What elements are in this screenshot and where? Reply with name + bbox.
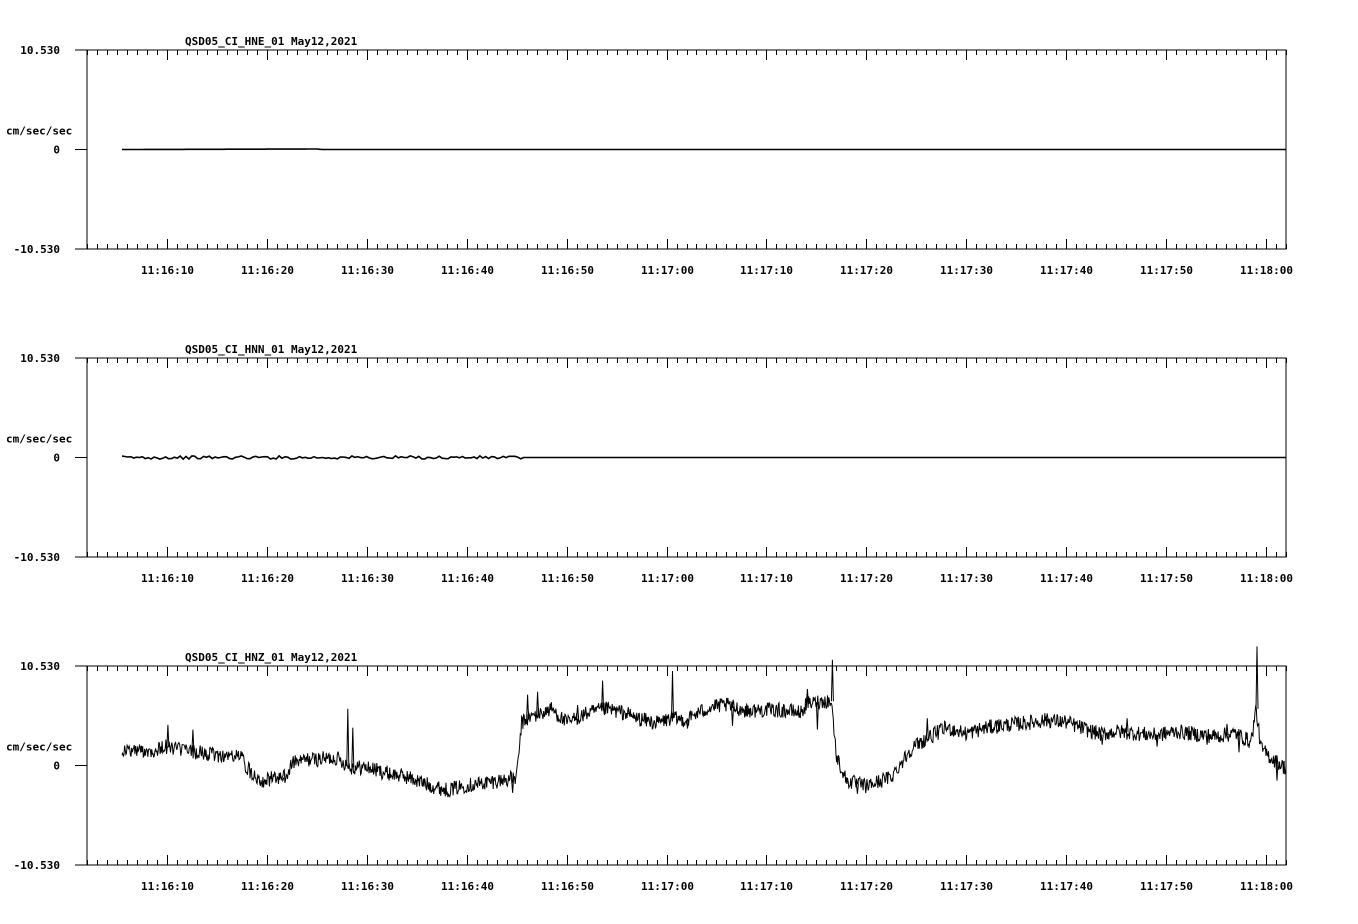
x-tick-label: 11:17:30 bbox=[940, 880, 993, 893]
seismogram-page: QSD05_CI_HNE_01 May12,2021 10.530 0 -10.530… bbox=[0, 0, 1358, 924]
seismogram-plots: QSD05_CI_HNE_01 May12,2021 10.530 0 -10.530… bbox=[6, 35, 1293, 893]
trace-spike bbox=[1237, 734, 1241, 753]
x-tick-label: 11:17:10 bbox=[740, 572, 793, 585]
minor-tick-marks bbox=[87, 666, 1287, 865]
chart-title: QSD05_CI_HNZ_01 May12,2021 bbox=[185, 651, 358, 664]
trace-spike bbox=[855, 783, 859, 794]
x-tick-label: 11:17:20 bbox=[840, 880, 893, 893]
x-tick-label: 11:17:50 bbox=[1140, 572, 1193, 585]
x-tick-label: 11:17:10 bbox=[740, 880, 793, 893]
y-tick-min: -10.530 bbox=[14, 551, 60, 564]
x-tick-label: 11:17:50 bbox=[1140, 880, 1193, 893]
x-tick-label: 11:16:30 bbox=[341, 880, 394, 893]
trace-line bbox=[121, 695, 1287, 798]
y-axis-label: cm/sec/sec bbox=[6, 125, 72, 138]
trace-spike bbox=[925, 718, 929, 740]
y-tick-min: -10.530 bbox=[14, 859, 60, 872]
x-tick-label: 11:16:30 bbox=[341, 572, 394, 585]
x-tick-label: 11:16:40 bbox=[441, 264, 494, 277]
x-tick-label: 11:17:00 bbox=[641, 572, 694, 585]
trace-spike bbox=[995, 720, 999, 727]
trace-spike bbox=[671, 670, 674, 719]
y-axis-label: cm/sec/sec bbox=[6, 741, 72, 754]
trace-spike bbox=[281, 777, 285, 783]
trace-spike bbox=[351, 727, 355, 768]
x-tick-label: 11:17:50 bbox=[1140, 264, 1193, 277]
trace-spike bbox=[1100, 734, 1104, 745]
trace-line bbox=[122, 148, 1286, 151]
x-tick-label: 11:17:00 bbox=[641, 880, 694, 893]
x-tick-label: 11:17:20 bbox=[840, 572, 893, 585]
trace-spike bbox=[1255, 646, 1259, 709]
y-tick-zero: 0 bbox=[53, 452, 60, 465]
y-tick-min: -10.530 bbox=[14, 243, 60, 256]
y-tick-zero: 0 bbox=[53, 144, 60, 157]
y-tick-max: 10.530 bbox=[20, 352, 60, 365]
x-tick-label: 11:16:50 bbox=[541, 572, 594, 585]
x-tick-label: 11:17:40 bbox=[1040, 572, 1093, 585]
x-tick-label: 11:16:30 bbox=[341, 264, 394, 277]
trace-spike bbox=[536, 691, 540, 715]
trace-spike bbox=[576, 704, 580, 719]
x-tick-label: 11:16:50 bbox=[541, 880, 594, 893]
x-tick-label: 11:17:00 bbox=[641, 264, 694, 277]
x-tick-label: 11:17:20 bbox=[840, 264, 893, 277]
trace-spike bbox=[686, 720, 689, 729]
chart-title: QSD05_CI_HNE_01 May12,2021 bbox=[185, 35, 358, 48]
trace-spike bbox=[346, 708, 350, 765]
chart-title: QSD05_CI_HNN_01 May12,2021 bbox=[185, 343, 358, 356]
x-tick-label: 11:16:20 bbox=[241, 880, 294, 893]
plot-frame bbox=[86, 665, 1287, 866]
trace-spike bbox=[731, 706, 734, 726]
x-tick-label: 11:16:50 bbox=[541, 264, 594, 277]
y-tick-max: 10.530 bbox=[20, 44, 60, 57]
x-tick-label: 11:17:40 bbox=[1040, 264, 1093, 277]
x-tick-label: 11:17:10 bbox=[740, 264, 793, 277]
x-tick-label: 11:17:30 bbox=[940, 264, 993, 277]
x-tick-label: 11:17:40 bbox=[1040, 880, 1093, 893]
y-axis-label: cm/sec/sec bbox=[6, 433, 72, 446]
y-tick-max: 10.530 bbox=[20, 660, 60, 673]
y-tick-zero: 0 bbox=[53, 760, 60, 773]
trace-spike bbox=[166, 724, 170, 748]
x-tick-label: 11:16:40 bbox=[441, 572, 494, 585]
x-tick-label: 11:16:10 bbox=[141, 264, 194, 277]
x-tick-label: 11:18:00 bbox=[1240, 880, 1293, 893]
trace-spike bbox=[815, 702, 819, 730]
trace-line bbox=[121, 454, 1286, 461]
x-tick-label: 11:16:20 bbox=[241, 572, 294, 585]
trace-spike bbox=[1125, 718, 1129, 733]
x-tick-label: 11:16:10 bbox=[141, 880, 194, 893]
x-tick-label: 11:16:10 bbox=[141, 572, 194, 585]
x-tick-label: 11:16:40 bbox=[441, 880, 494, 893]
x-tick-label: 11:18:00 bbox=[1240, 572, 1293, 585]
x-tick-label: 11:17:30 bbox=[940, 572, 993, 585]
x-tick-label: 11:16:20 bbox=[241, 264, 294, 277]
x-tick-label: 11:18:00 bbox=[1240, 264, 1293, 277]
